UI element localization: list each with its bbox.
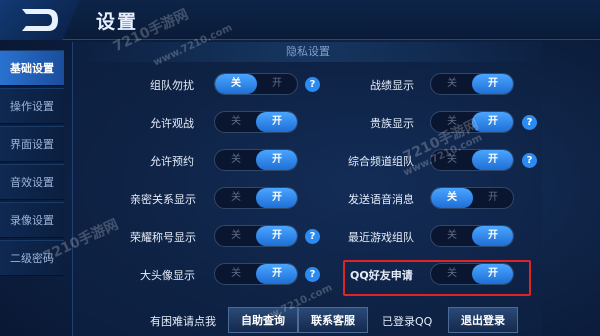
team-dnd-help-icon[interactable]: ? (305, 77, 320, 92)
voice-msg-label: 发送语音消息 (348, 193, 414, 206)
channel-team-help-icon[interactable]: ? (522, 153, 537, 168)
noble-show-help-icon[interactable]: ? (522, 115, 537, 130)
avatar-show-toggle[interactable]: 关 开 (214, 263, 298, 285)
sidebar: 基础设置 操作设置 界面设置 音效设置 录像设置 二级密码 (0, 50, 64, 278)
toggle-off-segment: 关 (231, 116, 241, 127)
sidebar-item-replay[interactable]: 录像设置 (0, 202, 64, 238)
qq-friend-label: QQ好友申请 (350, 269, 413, 282)
toggle-off-segment: 关 (231, 268, 241, 279)
toggle-on-segment: 开 (472, 74, 513, 94)
recent-team-toggle[interactable]: 关 开 (430, 225, 514, 247)
sidebar-item-sound[interactable]: 音效设置 (0, 164, 64, 200)
header-bar: 设置 (0, 0, 600, 40)
allow-reserve-label: 允许预约 (150, 155, 194, 168)
help-text: 有困难请点我 (150, 315, 216, 328)
allow-spectate-toggle[interactable]: 关 开 (214, 111, 298, 133)
noble-show-toggle[interactable]: 关 开 (430, 111, 514, 133)
avatar-show-help-icon[interactable]: ? (305, 267, 320, 282)
toggle-off-segment: 关 (231, 154, 241, 165)
channel-team-toggle[interactable]: 关 开 (430, 149, 514, 171)
avatar-show-label: 大头像显示 (140, 269, 195, 282)
toggle-on-segment: 开 (472, 264, 513, 284)
toggle-off-segment: 关 (447, 230, 457, 241)
toggle-off-segment: 关 (447, 154, 457, 165)
contact-service-button[interactable]: 联系客服 (298, 307, 368, 333)
toggle-on-segment: 开 (256, 264, 297, 284)
toggle-on-segment: 开 (256, 112, 297, 132)
logout-button[interactable]: 退出登录 (448, 307, 518, 333)
toggle-on-segment: 开 (472, 112, 513, 132)
toggle-on-segment: 开 (256, 226, 297, 246)
sidebar-item-password[interactable]: 二级密码 (0, 240, 64, 276)
toggle-on-segment: 开 (256, 150, 297, 170)
honor-title-toggle[interactable]: 关 开 (214, 225, 298, 247)
honor-title-label: 荣耀称号显示 (130, 231, 196, 244)
logged-in-qq-text: 已登录QQ (382, 315, 433, 328)
page-title: 设置 (96, 11, 139, 33)
toggle-off-segment: 关 (447, 78, 457, 89)
toggle-off-segment: 关 (447, 268, 457, 279)
toggle-off-segment: 关 (431, 188, 473, 208)
sidebar-item-control[interactable]: 操作设置 (0, 88, 64, 124)
team-dnd-label: 组队勿扰 (150, 79, 194, 92)
toggle-on-segment: 开 (488, 192, 498, 203)
toggle-on-segment: 开 (272, 78, 282, 89)
recent-team-label: 最近游戏组队 (348, 231, 414, 244)
toggle-on-segment: 开 (472, 226, 513, 246)
qq-friend-toggle[interactable]: 关 开 (430, 263, 514, 285)
footer-bar: 有困难请点我 自助查询 联系客服 已登录QQ 退出登录 (72, 306, 542, 336)
toggle-on-segment: 开 (256, 188, 297, 208)
honor-title-help-icon[interactable]: ? (305, 229, 320, 244)
team-dnd-toggle[interactable]: 关 开 (214, 73, 298, 95)
record-show-toggle[interactable]: 关 开 (430, 73, 514, 95)
intimate-show-label: 亲密关系显示 (130, 193, 196, 206)
toggle-off-segment: 关 (231, 192, 241, 203)
sidebar-item-basic[interactable]: 基础设置 (0, 50, 64, 86)
intimate-show-toggle[interactable]: 关 开 (214, 187, 298, 209)
toggle-off-segment: 关 (215, 74, 257, 94)
channel-team-label: 综合频道组队 (348, 155, 414, 168)
record-show-label: 战绩显示 (370, 79, 414, 92)
toggle-off-segment: 关 (447, 116, 457, 127)
back-logo-button[interactable] (0, 0, 80, 40)
settings-screen: 设置 基础设置 操作设置 界面设置 音效设置 录像设置 二级密码 隐私设置 组队… (0, 0, 600, 336)
toggle-off-segment: 关 (231, 230, 241, 241)
toggle-on-segment: 开 (472, 150, 513, 170)
self-query-button[interactable]: 自助查询 (228, 307, 298, 333)
section-title: 隐私设置 (73, 42, 543, 62)
noble-show-label: 贵族显示 (370, 117, 414, 130)
voice-msg-toggle[interactable]: 关 开 (430, 187, 514, 209)
allow-reserve-toggle[interactable]: 关 开 (214, 149, 298, 171)
d-logo-icon (22, 9, 58, 31)
sidebar-item-interface[interactable]: 界面设置 (0, 126, 64, 162)
allow-spectate-label: 允许观战 (150, 117, 194, 130)
